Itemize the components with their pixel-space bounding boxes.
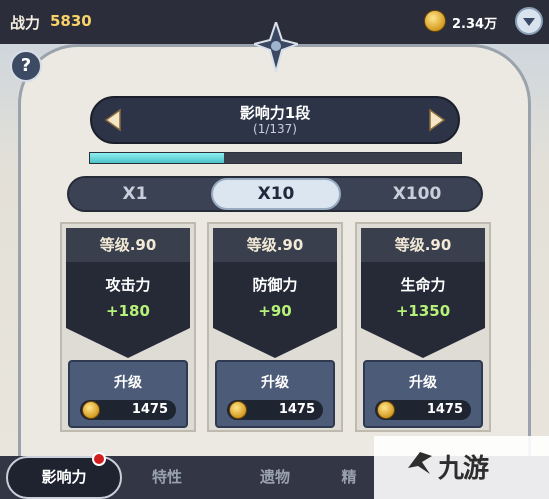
cost-value: 1475 (131, 402, 168, 417)
tab-relics[interactable]: 遗物 (230, 456, 320, 499)
multiplier-x10[interactable]: X10 (211, 178, 341, 210)
watermark-text: 九游 (438, 454, 489, 484)
jiuyou-logo-icon (408, 452, 432, 474)
multiplier-x100[interactable]: X100 (353, 178, 481, 210)
level-progress-bar (89, 152, 462, 164)
upgrade-button-label: 升级 (114, 375, 142, 391)
cost-display: 1475 (375, 400, 471, 420)
level-progress-fill (90, 153, 224, 163)
tab-traits[interactable]: 特性 (122, 456, 212, 499)
card-level: 等级.90 (394, 236, 452, 254)
card-level: 等级.90 (99, 236, 157, 254)
power-value: 5830 (50, 12, 92, 30)
upgrade-card-health: 等级.90 生命力 +1350 升级 1475 (355, 222, 491, 432)
upgrade-button-label: 升级 (261, 375, 289, 391)
card-stat-name: 防御力 (252, 276, 298, 294)
card-level: 等级.90 (246, 236, 304, 254)
upgrade-button[interactable]: 升级 1475 (215, 360, 335, 428)
upgrade-button-label: 升级 (409, 375, 437, 391)
gold-coin-icon (377, 401, 395, 419)
card-stat-bonus: +90 (258, 302, 292, 320)
cost-display: 1475 (80, 400, 176, 420)
upgrade-button[interactable]: 升级 1475 (363, 360, 483, 428)
upgrade-card-attack: 等级.90 攻击力 +180 升级 1475 (60, 222, 196, 432)
cost-value: 1475 (426, 402, 463, 417)
currency-amount: 2.34万 (452, 17, 498, 32)
level-title: 影响力1段 (239, 104, 311, 122)
level-progress-text: (1/137) (253, 122, 297, 136)
notification-dot (92, 452, 106, 466)
level-selector: 影响力1段 (1/137) (90, 96, 460, 144)
card-stat-bonus: +1350 (395, 302, 451, 320)
cost-value: 1475 (278, 402, 315, 417)
upgrade-card-defense: 等级.90 防御力 +90 升级 1475 (207, 222, 343, 432)
power-label: 战力 (10, 14, 41, 32)
chevron-down-icon[interactable] (515, 7, 543, 35)
multiplier-x1[interactable]: X1 (71, 178, 199, 210)
card-stat-bonus: +180 (106, 302, 150, 320)
upgrade-button[interactable]: 升级 1475 (68, 360, 188, 428)
card-stat-name: 攻击力 (105, 276, 151, 294)
gold-coin-icon (424, 10, 446, 32)
tab-more[interactable]: 精 (324, 456, 374, 499)
cost-display: 1475 (227, 400, 323, 420)
arrow-right-icon[interactable] (422, 106, 450, 134)
star-emblem-icon (254, 22, 298, 72)
help-button[interactable]: ? (10, 50, 42, 82)
card-stat-name: 生命力 (400, 276, 446, 294)
currency-display: 2.34万 (424, 10, 497, 34)
gold-coin-icon (229, 401, 247, 419)
gold-coin-icon (82, 401, 100, 419)
multiplier-selector: X1 X10 X100 (67, 176, 483, 212)
